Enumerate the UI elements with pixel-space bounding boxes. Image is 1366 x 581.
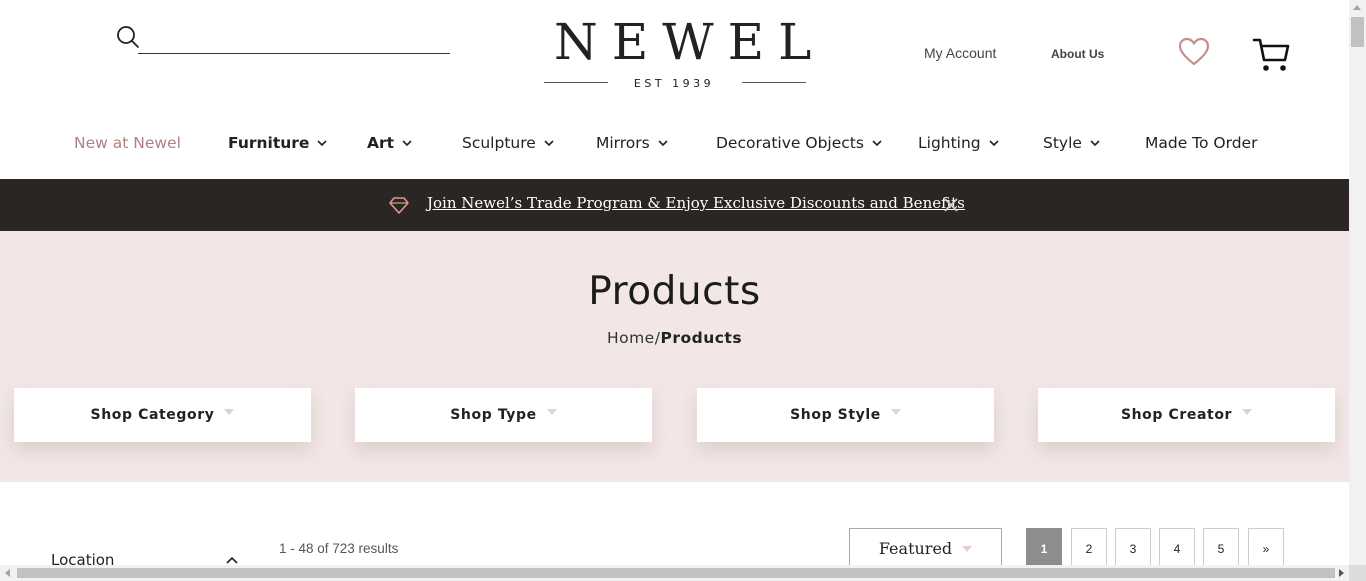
page-2-button[interactable]: 2 bbox=[1071, 528, 1107, 565]
chevron-down-icon bbox=[658, 140, 668, 147]
nav-item-label: Art bbox=[367, 134, 395, 152]
nav-item-decorative-objects[interactable]: Decorative Objects bbox=[716, 134, 882, 152]
logo-est: EST 1939 bbox=[633, 77, 715, 90]
nav-item-lighting[interactable]: Lighting bbox=[918, 134, 999, 152]
main-nav: New at Newel Furniture Art Sculpture Mir… bbox=[0, 128, 1349, 162]
my-account-link[interactable]: My Account bbox=[924, 45, 996, 61]
breadcrumb-home[interactable]: Home bbox=[607, 329, 655, 347]
caret-down-icon bbox=[224, 409, 235, 415]
scroll-up-arrow-icon[interactable] bbox=[1353, 5, 1361, 10]
logo-wordmark: NEWEL bbox=[554, 13, 826, 71]
page-3-button[interactable]: 3 bbox=[1115, 528, 1151, 565]
nav-item-label: New at Newel bbox=[74, 134, 181, 152]
nav-item-new-at-newel[interactable]: New at Newel bbox=[74, 134, 181, 152]
close-icon[interactable] bbox=[942, 196, 960, 214]
sort-dropdown[interactable]: Featured bbox=[849, 528, 1002, 565]
chevron-down-icon bbox=[989, 140, 999, 147]
scroll-left-arrow-icon[interactable] bbox=[5, 569, 10, 577]
caret-down-icon bbox=[1242, 409, 1253, 415]
nav-item-made-to-order[interactable]: Made To Order bbox=[1145, 134, 1257, 152]
logo-rule-left bbox=[544, 82, 608, 83]
page: NEWEL EST 1939 My Account About Us New a… bbox=[0, 0, 1349, 565]
chevron-up-icon[interactable] bbox=[226, 556, 238, 564]
nav-item-label: Mirrors bbox=[596, 134, 650, 152]
page-title: Products bbox=[588, 269, 761, 314]
trade-promo-banner: Join Newel’s Trade Program & Enjoy Exclu… bbox=[0, 179, 1349, 231]
shop-category-dropdown[interactable]: Shop Category bbox=[14, 388, 311, 442]
trade-program-link[interactable]: Join Newel’s Trade Program & Enjoy Exclu… bbox=[427, 194, 965, 212]
horizontal-scrollbar[interactable] bbox=[0, 565, 1349, 581]
shop-type-dropdown[interactable]: Shop Type bbox=[355, 388, 652, 442]
nav-item-sculpture[interactable]: Sculpture bbox=[462, 134, 554, 152]
nav-item-label: Furniture bbox=[228, 134, 310, 152]
vertical-scroll-thumb[interactable] bbox=[1351, 17, 1364, 47]
products-hero: Products Home/Products Shop Category Sho… bbox=[0, 231, 1349, 482]
dropdown-label: Shop Style bbox=[790, 407, 881, 423]
diamond-icon bbox=[389, 197, 409, 214]
nav-item-label: Sculpture bbox=[462, 134, 536, 152]
chevron-down-icon bbox=[402, 140, 412, 147]
nav-item-style[interactable]: Style bbox=[1043, 134, 1100, 152]
shop-creator-dropdown[interactable]: Shop Creator bbox=[1038, 388, 1335, 442]
horizontal-scroll-thumb[interactable] bbox=[17, 568, 1335, 578]
nav-item-label: Made To Order bbox=[1145, 134, 1258, 152]
next-page-button[interactable]: » bbox=[1248, 528, 1284, 565]
about-us-link[interactable]: About Us bbox=[1051, 47, 1104, 61]
dropdown-label: Shop Type bbox=[450, 407, 537, 423]
logo-rule-right bbox=[742, 82, 806, 83]
page-5-button[interactable]: 5 bbox=[1203, 528, 1239, 565]
location-filter-heading[interactable]: Location bbox=[51, 551, 114, 565]
page-4-button[interactable]: 4 bbox=[1159, 528, 1195, 565]
page-1-button[interactable]: 1 bbox=[1026, 528, 1062, 565]
dropdown-label: Shop Creator bbox=[1120, 407, 1233, 423]
nav-item-mirrors[interactable]: Mirrors bbox=[596, 134, 668, 152]
search-input[interactable] bbox=[138, 24, 450, 54]
chevron-down-icon bbox=[1090, 140, 1100, 147]
sort-label: Featured bbox=[878, 539, 953, 558]
chevron-down-icon bbox=[544, 140, 554, 147]
logo-tagline: EST 1939 bbox=[540, 74, 808, 92]
heart-icon[interactable] bbox=[1178, 37, 1210, 67]
scrollbar-corner bbox=[1349, 565, 1366, 581]
cart-icon[interactable] bbox=[1252, 36, 1290, 74]
breadcrumb: Home/Products bbox=[0, 329, 1349, 347]
nav-item-label: Style bbox=[1043, 134, 1082, 152]
caret-down-icon bbox=[962, 545, 973, 552]
shop-style-dropdown[interactable]: Shop Style bbox=[697, 388, 994, 442]
scroll-right-arrow-icon[interactable] bbox=[1339, 569, 1344, 577]
nav-item-label: Lighting bbox=[918, 134, 981, 152]
chevron-down-icon bbox=[872, 140, 882, 147]
nav-item-furniture[interactable]: Furniture bbox=[228, 134, 328, 152]
dropdown-label: Shop Category bbox=[90, 407, 215, 423]
caret-down-icon bbox=[546, 409, 557, 415]
results-count: 1 - 48 of 723 results bbox=[279, 541, 399, 556]
nav-item-label: Decorative Objects bbox=[716, 134, 864, 152]
site-header: NEWEL EST 1939 My Account About Us bbox=[0, 0, 1349, 110]
search-icon[interactable] bbox=[116, 25, 140, 49]
breadcrumb-current: Products bbox=[660, 329, 743, 347]
newel-logo[interactable]: NEWEL EST 1939 bbox=[540, 13, 826, 94]
caret-down-icon bbox=[890, 409, 901, 415]
chevron-down-icon bbox=[317, 140, 328, 147]
vertical-scrollbar[interactable] bbox=[1349, 0, 1366, 565]
nav-item-art[interactable]: Art bbox=[367, 134, 412, 152]
search-bar bbox=[116, 24, 450, 56]
